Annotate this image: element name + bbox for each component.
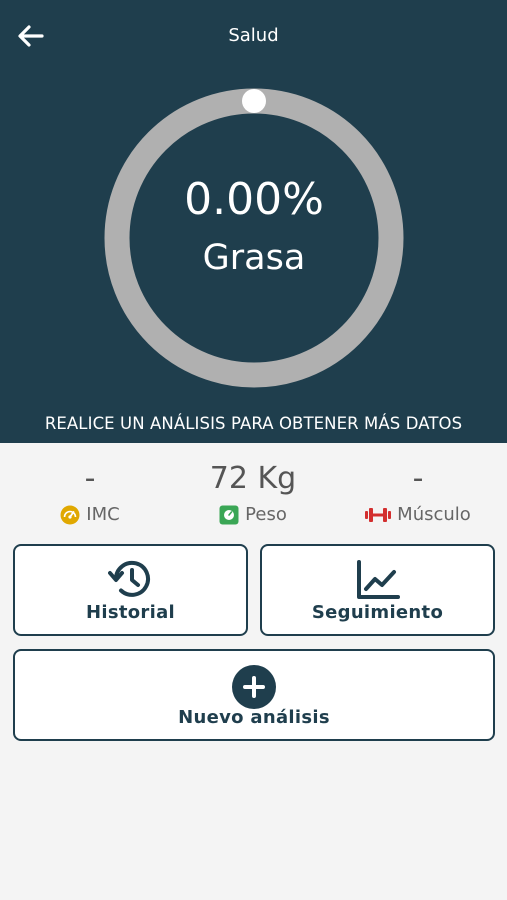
gauge-knob[interactable] [242,89,266,113]
nuevo-analisis-label: Nuevo análisis [178,707,330,728]
fat-label: Grasa [202,238,306,278]
seguimiento-button[interactable]: Seguimiento [260,544,495,636]
musculo-value: - [412,461,424,496]
historial-button[interactable]: Historial [13,544,248,636]
fat-percentage-value: 0.00% [184,174,324,225]
analysis-notice: REALICE UN ANÁLISIS PARA OBTENER MÁS DAT… [44,414,463,433]
imc-label: IMC [86,504,120,525]
gauge-icon [60,505,80,524]
stat-musculo: - Músculo [338,460,498,525]
history-icon [107,560,150,597]
page-title: Salud [228,25,279,46]
seguimiento-label: Seguimiento [311,602,444,623]
fat-gauge: 0.00% Grasa [104,88,404,388]
peso-value: 72 Kg [209,461,297,496]
stat-imc: - IMC [10,460,170,525]
plus-circle-icon [232,665,276,709]
imc-value: - [84,461,96,496]
line-chart-icon [356,560,400,599]
musculo-label: Músculo [397,504,471,525]
historial-label: Historial [86,602,175,623]
nuevo-analisis-button[interactable]: Nuevo análisis [13,649,495,741]
dumbbell-icon [365,507,392,522]
stat-peso: 72 Kg Peso [173,460,333,525]
scale-icon [219,505,239,524]
header: Salud 0.00% Grasa REALICE UN ANÁLISIS PA… [0,0,507,443]
peso-label: Peso [245,504,287,525]
